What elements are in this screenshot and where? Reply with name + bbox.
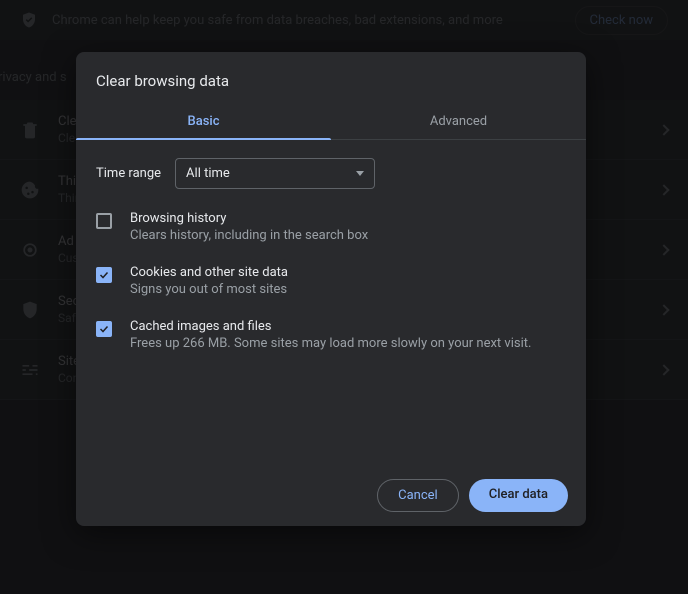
time-range-value: All time [186, 166, 230, 181]
clear-data-button[interactable]: Clear data [469, 479, 568, 512]
time-range-row: Time range All time [96, 158, 566, 189]
option-sub: Signs you out of most sites [130, 282, 288, 297]
checkbox-cache[interactable] [96, 321, 112, 337]
check-icon [98, 269, 110, 281]
clear-browsing-data-dialog: Clear browsing data Basic Advanced Time … [76, 52, 586, 526]
option-browsing-history[interactable]: Browsing history Clears history, includi… [96, 211, 566, 243]
checkbox-browsing-history[interactable] [96, 213, 112, 229]
tab-basic[interactable]: Basic [76, 104, 331, 139]
check-icon [98, 323, 110, 335]
option-title: Browsing history [130, 211, 368, 226]
time-range-label: Time range [96, 166, 161, 181]
option-title: Cookies and other site data [130, 265, 288, 280]
chevron-down-icon [356, 171, 364, 176]
time-range-select[interactable]: All time [175, 158, 375, 189]
checkbox-cookies[interactable] [96, 267, 112, 283]
option-sub: Clears history, including in the search … [130, 228, 368, 243]
cancel-button[interactable]: Cancel [377, 479, 459, 512]
option-title: Cached images and files [130, 319, 531, 334]
option-cookies[interactable]: Cookies and other site data Signs you ou… [96, 265, 566, 297]
dialog-footer: Cancel Clear data [76, 465, 586, 526]
option-sub: Frees up 266 MB. Some sites may load mor… [130, 336, 531, 351]
option-cache[interactable]: Cached images and files Frees up 266 MB.… [96, 319, 566, 351]
dialog-body: Time range All time Browsing history Cle… [76, 140, 586, 465]
tab-advanced[interactable]: Advanced [331, 104, 586, 139]
dialog-tabs: Basic Advanced [76, 104, 586, 140]
dialog-title: Clear browsing data [76, 52, 586, 104]
